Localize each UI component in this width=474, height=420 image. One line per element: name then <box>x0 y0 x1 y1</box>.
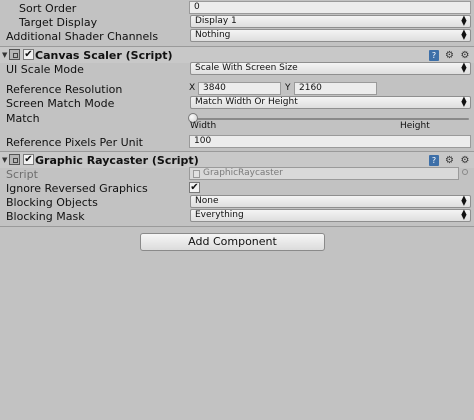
additional-shader-channels-label: Additional Shader Channels <box>6 30 159 43</box>
settings-icon[interactable]: ⚙ <box>445 155 455 166</box>
canvas-scaler-header[interactable]: ▼ ✔ Canvas Scaler (Script) ? ⚙ ⚙ <box>0 46 474 63</box>
screen-match-mode-value: Match Width Or Height <box>195 97 298 107</box>
help-icon[interactable]: ? <box>429 50 439 61</box>
reference-pixels-per-unit-field[interactable]: 100 <box>189 135 471 148</box>
graphic-raycaster-enabled-checkbox[interactable]: ✔ <box>23 154 34 165</box>
match-width-label: Width <box>190 121 217 131</box>
script-row: Script GraphicRaycaster <box>0 167 474 181</box>
blocking-mask-row: Blocking Mask Everything ▲ ▼ <box>0 209 474 223</box>
graphic-raycaster-header-icons: ? ⚙ ⚙ <box>427 153 470 166</box>
ui-scale-mode-value: Scale With Screen Size <box>195 63 298 73</box>
chevron-updown-icon: ▲ ▼ <box>461 95 467 108</box>
additional-shader-channels-row: Additional Shader Channels Nothing ▲ ▼ <box>0 29 474 43</box>
ui-scale-mode-row: UI Scale Mode Scale With Screen Size ▲ ▼ <box>0 62 474 76</box>
ref-res-y-label: Y <box>285 83 291 93</box>
canvas-scaler-icon <box>9 49 20 60</box>
blocking-mask-value: Everything <box>195 210 244 220</box>
add-component-button[interactable]: Add Component <box>140 233 325 251</box>
ref-res-x-field[interactable]: 3840 <box>198 82 281 95</box>
chevron-updown-icon: ▲ ▼ <box>461 14 467 27</box>
script-file-icon <box>193 170 200 178</box>
sort-order-row: Sort Order 0 <box>0 1 474 15</box>
graphic-raycaster-title: Graphic Raycaster (Script) <box>35 154 199 167</box>
graphic-raycaster-icon <box>9 154 20 165</box>
ignore-reversed-graphics-row: Ignore Reversed Graphics ✔ <box>0 181 474 195</box>
canvas-scaler-header-icons: ? ⚙ ⚙ <box>427 48 470 61</box>
target-display-value: Display 1 <box>195 16 237 26</box>
ui-scale-mode-dropdown[interactable]: Scale With Screen Size ▲ ▼ <box>190 62 471 75</box>
reference-pixels-per-unit-row: Reference Pixels Per Unit 100 <box>0 135 474 149</box>
target-display-dropdown[interactable]: Display 1 ▲ ▼ <box>190 15 471 28</box>
screen-match-mode-dropdown[interactable]: Match Width Or Height ▲ ▼ <box>190 96 471 109</box>
reference-pixels-per-unit-label: Reference Pixels Per Unit <box>6 136 143 149</box>
canvas-scaler-enabled-checkbox[interactable]: ✔ <box>23 49 34 60</box>
additional-shader-channels-dropdown[interactable]: Nothing ▲ ▼ <box>190 29 471 42</box>
sort-order-field[interactable]: 0 <box>189 1 471 14</box>
script-value: GraphicRaycaster <box>203 168 283 178</box>
script-field: GraphicRaycaster <box>189 167 459 180</box>
blocking-mask-label: Blocking Mask <box>6 210 85 223</box>
blocking-objects-dropdown[interactable]: None ▲ ▼ <box>190 195 471 208</box>
match-height-label: Height <box>400 121 430 131</box>
additional-shader-channels-value: Nothing <box>195 30 231 40</box>
match-slider-track[interactable] <box>193 118 469 120</box>
blocking-mask-dropdown[interactable]: Everything ▲ ▼ <box>190 209 471 222</box>
blocking-objects-row: Blocking Objects None ▲ ▼ <box>0 195 474 209</box>
chevron-updown-icon: ▲ ▼ <box>461 194 467 207</box>
chevron-updown-icon: ▲ ▼ <box>461 208 467 221</box>
ui-scale-mode-label: UI Scale Mode <box>6 63 84 76</box>
gear-icon[interactable]: ⚙ <box>460 50 470 61</box>
script-label: Script <box>6 168 38 181</box>
ignore-reversed-graphics-label: Ignore Reversed Graphics <box>6 182 148 195</box>
screen-match-mode-row: Screen Match Mode Match Width Or Height … <box>0 96 474 110</box>
gear-icon[interactable]: ⚙ <box>460 155 470 166</box>
screen-match-mode-label: Screen Match Mode <box>6 97 115 110</box>
match-label: Match <box>6 112 40 125</box>
graphic-raycaster-header[interactable]: ▼ ✔ Graphic Raycaster (Script) ? ⚙ ⚙ <box>0 151 474 168</box>
settings-icon[interactable]: ⚙ <box>445 50 455 61</box>
divider <box>0 226 474 227</box>
chevron-updown-icon: ▲ ▼ <box>461 28 467 41</box>
target-display-label: Target Display <box>19 16 98 29</box>
ref-res-y-field[interactable]: 2160 <box>294 82 377 95</box>
ref-res-x-label: X <box>189 83 196 93</box>
ignore-reversed-graphics-checkbox[interactable]: ✔ <box>189 182 200 193</box>
canvas-scaler-title: Canvas Scaler (Script) <box>35 49 173 62</box>
foldout-arrow-icon[interactable]: ▼ <box>2 51 7 59</box>
help-icon[interactable]: ? <box>429 155 439 166</box>
target-display-row: Target Display Display 1 ▲ ▼ <box>0 15 474 29</box>
blocking-objects-value: None <box>195 196 219 206</box>
object-picker-icon <box>462 169 468 175</box>
reference-resolution-row: Reference Resolution X 3840 Y 2160 <box>0 82 474 96</box>
chevron-updown-icon: ▲ ▼ <box>461 61 467 74</box>
sort-order-label: Sort Order <box>19 2 77 15</box>
blocking-objects-label: Blocking Objects <box>6 196 98 209</box>
foldout-arrow-icon[interactable]: ▼ <box>2 156 7 164</box>
reference-resolution-label: Reference Resolution <box>6 83 123 96</box>
